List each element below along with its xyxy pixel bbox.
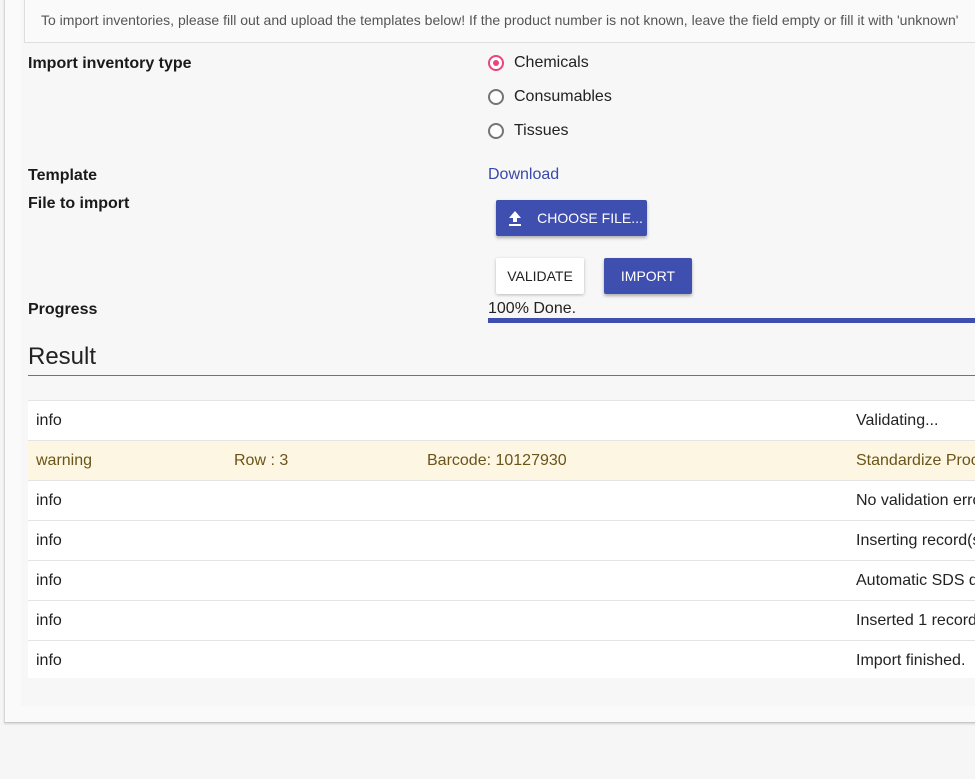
radio-tissues[interactable]: Tissues: [488, 122, 569, 140]
log-message: Inserted 1 record: [856, 612, 975, 629]
progress-text: 100% Done.: [488, 300, 577, 317]
log-level: info: [36, 652, 62, 669]
result-title: Result: [28, 343, 97, 370]
log-level: info: [36, 612, 62, 629]
log-row: info Automatic SDS d: [28, 560, 975, 600]
progress-bar: [488, 318, 975, 323]
log-level: info: [36, 412, 62, 429]
result-divider: [28, 375, 975, 376]
log-row-number: Row : 3: [234, 452, 289, 469]
radio-circle-icon[interactable]: [488, 89, 504, 105]
radio-circle-icon[interactable]: [488, 123, 504, 139]
log-barcode: Barcode: 10127930: [427, 452, 567, 469]
import-notice: To import inventories, please fill out a…: [24, 0, 975, 43]
radio-circle-icon[interactable]: [488, 55, 504, 71]
template-label: Template: [28, 167, 98, 184]
log-message: Standardize Proc: [856, 452, 975, 469]
log-row: info No validation erro: [28, 480, 975, 520]
log-row: info Inserted 1 record: [28, 600, 975, 640]
template-download-link[interactable]: Download: [488, 166, 559, 184]
import-button[interactable]: IMPORT: [604, 258, 692, 294]
choose-file-button[interactable]: CHOOSE FILE...: [496, 200, 647, 236]
radio-label: Consumables: [514, 88, 612, 105]
log-level: info: [36, 532, 62, 549]
log-row-warning: warning Row : 3 Barcode: 10127930 Standa…: [28, 440, 975, 480]
log-row: info Validating...: [28, 400, 975, 440]
radio-chemicals[interactable]: Chemicals: [488, 54, 589, 72]
log-level: info: [36, 572, 62, 589]
radio-label: Chemicals: [514, 54, 589, 71]
file-label: File to import: [28, 195, 130, 212]
log-level: info: [36, 492, 62, 509]
log-message: Validating...: [856, 412, 939, 429]
progress-bar-fill: [488, 318, 975, 323]
log-row: info Import finished.: [28, 640, 975, 678]
progress-label: Progress: [28, 301, 98, 318]
log-message: Inserting record(s: [856, 532, 975, 549]
choose-file-label: CHOOSE FILE...: [537, 210, 643, 226]
log-message: Automatic SDS d: [856, 572, 975, 589]
upload-icon: [509, 211, 522, 226]
radio-consumables[interactable]: Consumables: [488, 88, 612, 106]
log-message: Import finished.: [856, 652, 966, 669]
validate-button[interactable]: VALIDATE: [496, 258, 584, 294]
radio-label: Tissues: [514, 122, 569, 139]
inventory-type-label: Import inventory type: [28, 55, 192, 72]
log-level: warning: [36, 452, 93, 469]
log-message: No validation erro: [856, 492, 975, 509]
result-log-table: info Validating... warning Row : 3 Barco…: [28, 400, 975, 678]
log-row: info Inserting record(s: [28, 520, 975, 560]
